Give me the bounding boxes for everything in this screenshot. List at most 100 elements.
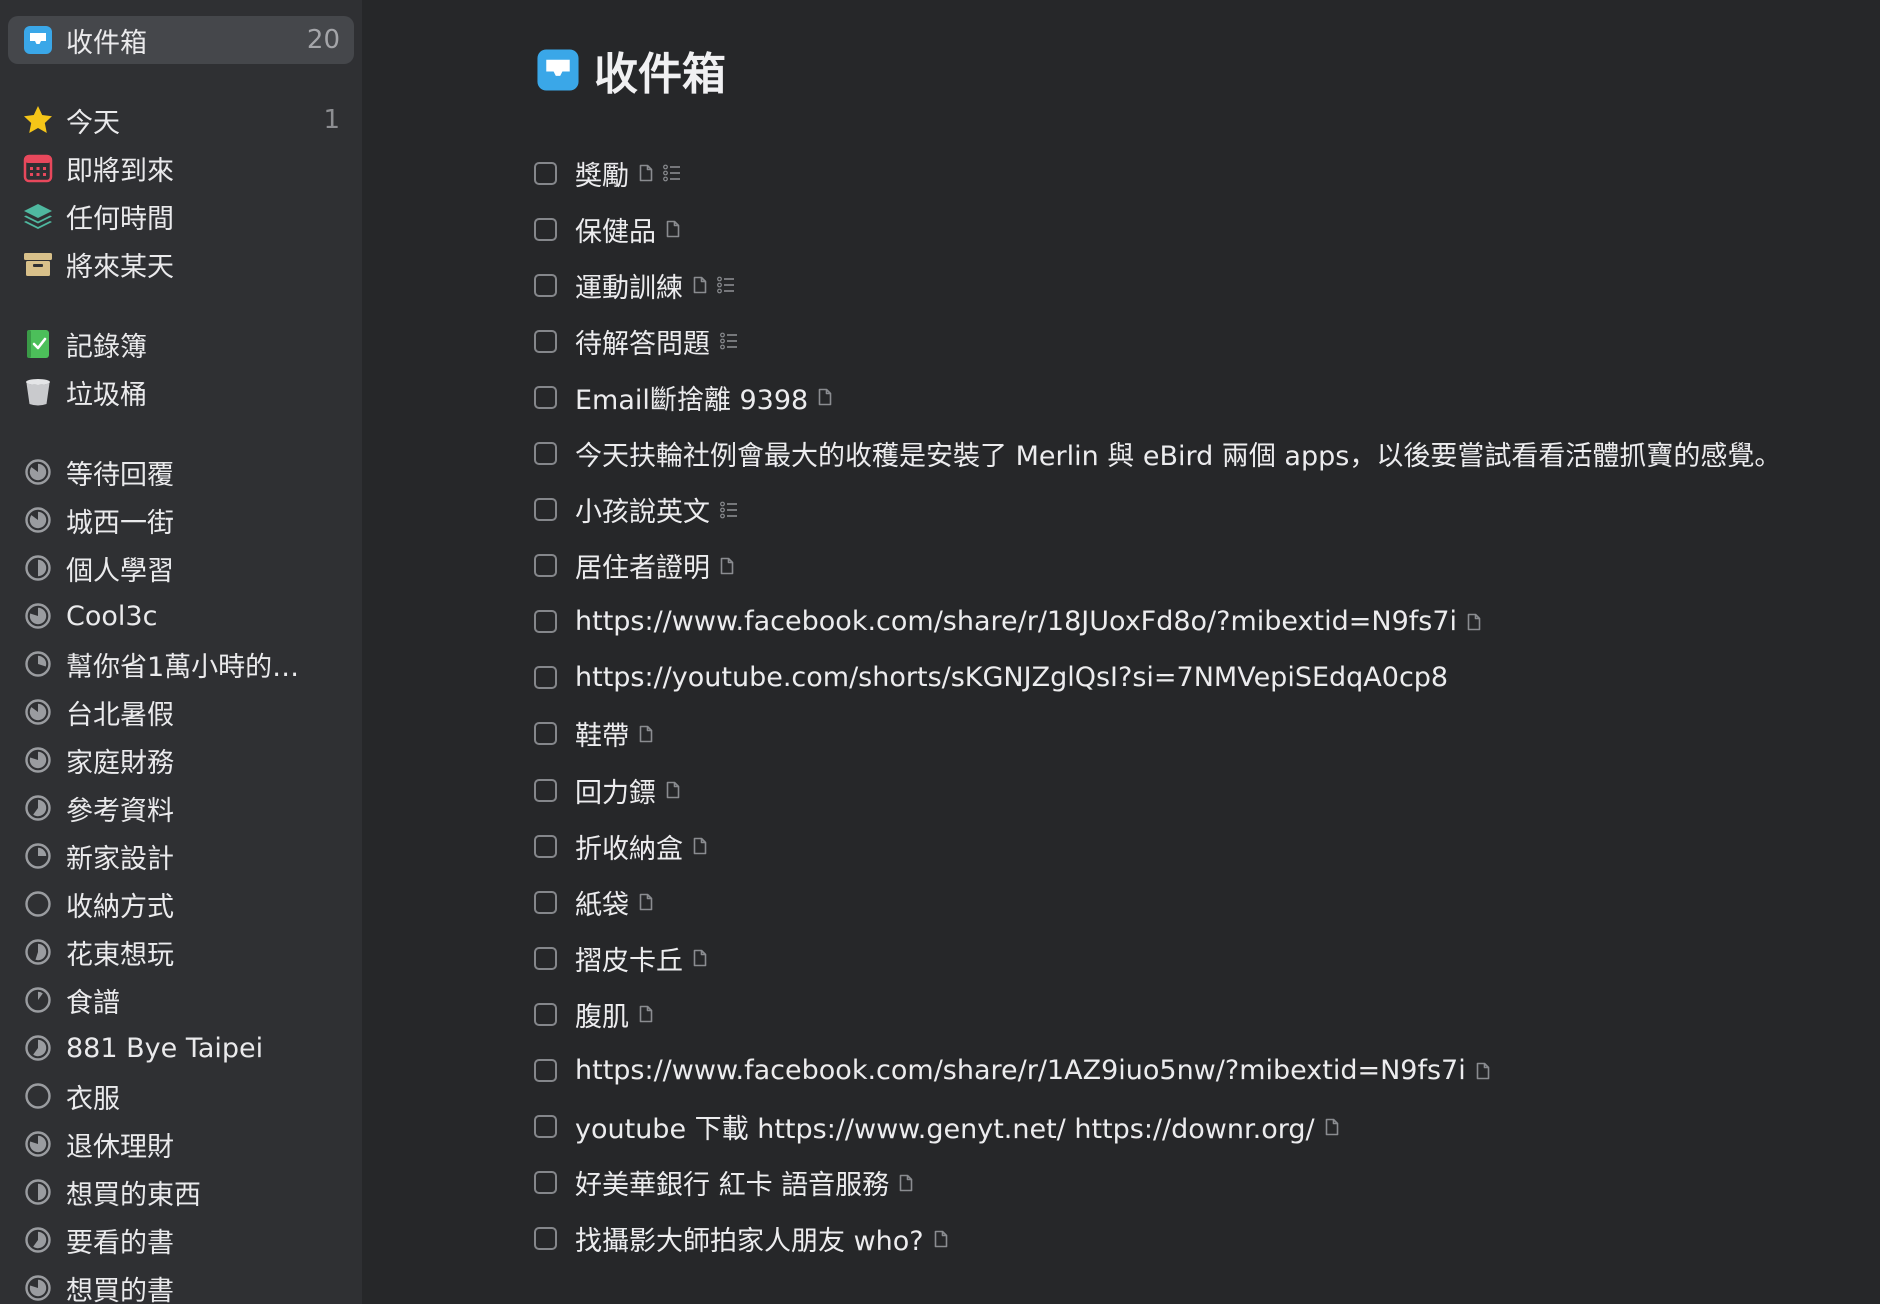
sidebar-project-label: 幫你省1萬小時的… bbox=[66, 651, 300, 683]
sidebar-item-trash[interactable]: 垃圾桶 bbox=[8, 368, 354, 416]
task-checkbox[interactable] bbox=[534, 554, 557, 578]
task-row[interactable]: https://youtube.com/shorts/sKGNJZglQsI?s… bbox=[534, 650, 1781, 706]
task-checkbox[interactable] bbox=[534, 385, 557, 409]
task-checkbox[interactable] bbox=[534, 329, 557, 353]
calendar-icon bbox=[22, 152, 54, 184]
task-row[interactable]: 待解答問題 bbox=[534, 313, 1781, 369]
sidebar-project-item[interactable]: 城西一街 bbox=[8, 496, 354, 544]
project-progress-icon bbox=[22, 984, 54, 1016]
task-checkbox[interactable] bbox=[534, 498, 557, 522]
sidebar-project-item[interactable]: Cool3c bbox=[8, 592, 354, 640]
task-checkbox[interactable] bbox=[534, 834, 557, 858]
sidebar-item-inbox[interactable]: 收件箱 20 bbox=[8, 16, 354, 64]
sidebar-item-count: 20 bbox=[306, 25, 340, 55]
sidebar-item-upcoming[interactable]: 即將到來 bbox=[8, 144, 354, 192]
task-row[interactable]: 腹肌 bbox=[534, 986, 1781, 1042]
page-header: 收件箱 bbox=[536, 38, 726, 102]
task-checkbox[interactable] bbox=[534, 1227, 557, 1251]
task-row[interactable]: 獎勵 bbox=[534, 145, 1781, 201]
project-progress-icon bbox=[22, 456, 54, 488]
task-title: 保健品 bbox=[575, 216, 656, 248]
sidebar-project-item[interactable]: 幫你省1萬小時的… bbox=[8, 640, 354, 688]
task-checkbox[interactable] bbox=[534, 273, 557, 297]
sidebar-project-label: 參考資料 bbox=[66, 795, 174, 827]
sidebar-item-logbook[interactable]: 記錄簿 bbox=[8, 320, 354, 368]
task-row[interactable]: 鞋帶 bbox=[534, 706, 1781, 762]
project-progress-icon bbox=[22, 840, 54, 872]
task-checkbox[interactable] bbox=[534, 722, 557, 746]
task-title: 折收納盒 bbox=[575, 833, 683, 865]
sidebar-project-label: 食譜 bbox=[66, 987, 120, 1019]
sidebar-project-item[interactable]: 想買的東西 bbox=[8, 1168, 354, 1216]
task-title: 好美華銀行 紅卡 語音服務 bbox=[575, 1170, 890, 1202]
task-checkbox[interactable] bbox=[534, 1115, 557, 1139]
task-row[interactable]: 小孩說英文 bbox=[534, 482, 1781, 538]
task-checkbox[interactable] bbox=[534, 442, 557, 466]
sidebar-project-label: 台北暑假 bbox=[66, 699, 174, 731]
sidebar-project-item[interactable]: 收納方式 bbox=[8, 880, 354, 928]
sidebar-project-item[interactable]: 等待回覆 bbox=[8, 448, 354, 496]
app-window: 收件箱 20 今天 1 即將到來 任何時間 將來某天 記錄簿 垃圾桶 等待回覆 … bbox=[0, 0, 1880, 1304]
project-progress-icon bbox=[22, 504, 54, 536]
task-row[interactable]: https://www.facebook.com/share/r/18JUoxF… bbox=[534, 594, 1781, 650]
task-checkbox[interactable] bbox=[534, 666, 557, 690]
project-progress-icon bbox=[22, 1272, 54, 1304]
task-title: https://www.facebook.com/share/r/18JUoxF… bbox=[575, 606, 1458, 638]
task-row[interactable]: 紙袋 bbox=[534, 874, 1781, 930]
sidebar-project-item[interactable]: 退休理財 bbox=[8, 1120, 354, 1168]
inbox-icon bbox=[22, 24, 54, 56]
sidebar-project-item[interactable]: 家庭財務 bbox=[8, 736, 354, 784]
sidebar-project-item[interactable]: 想買的書 bbox=[8, 1264, 354, 1304]
project-progress-icon bbox=[22, 792, 54, 824]
task-checkbox[interactable] bbox=[534, 890, 557, 914]
task-title: https://youtube.com/shorts/sKGNJZglQsI?s… bbox=[575, 662, 1449, 694]
task-row[interactable]: 折收納盒 bbox=[534, 818, 1781, 874]
task-checkbox[interactable] bbox=[534, 161, 557, 185]
sidebar-item-today[interactable]: 今天 1 bbox=[8, 96, 354, 144]
sidebar-project-label: 花東想玩 bbox=[66, 939, 174, 971]
task-row[interactable]: youtube 下載 https://www.genyt.net/ https:… bbox=[534, 1099, 1781, 1155]
task-checkbox[interactable] bbox=[534, 217, 557, 241]
task-checkbox[interactable] bbox=[534, 1002, 557, 1026]
sidebar-project-item[interactable]: 要看的書 bbox=[8, 1216, 354, 1264]
sidebar-project-item[interactable]: 881 Bye Taipei bbox=[8, 1024, 354, 1072]
task-row[interactable]: 今天扶輪社例會最大的收穫是安裝了 Merlin 與 eBird 兩個 apps，… bbox=[534, 425, 1781, 481]
task-row[interactable]: 運動訓練 bbox=[534, 257, 1781, 313]
sidebar-project-item[interactable]: 花東想玩 bbox=[8, 928, 354, 976]
sidebar-item-label: 任何時間 bbox=[66, 203, 174, 235]
task-row[interactable]: 好美華銀行 紅卡 語音服務 bbox=[534, 1155, 1781, 1211]
task-title: 腹肌 bbox=[575, 1001, 629, 1033]
sidebar-project-item[interactable]: 個人學習 bbox=[8, 544, 354, 592]
sidebar-project-label: 衣服 bbox=[66, 1083, 120, 1115]
note-icon bbox=[1476, 1062, 1490, 1080]
task-row[interactable]: 保健品 bbox=[534, 201, 1781, 257]
task-checkbox[interactable] bbox=[534, 1171, 557, 1195]
sidebar-item-anytime[interactable]: 任何時間 bbox=[8, 192, 354, 240]
note-icon bbox=[693, 949, 707, 967]
task-checkbox[interactable] bbox=[534, 610, 557, 634]
sidebar-item-label: 記錄簿 bbox=[66, 331, 147, 363]
task-checkbox[interactable] bbox=[534, 946, 557, 970]
project-progress-icon bbox=[22, 1032, 54, 1064]
task-title: 獎勵 bbox=[575, 160, 629, 192]
task-row[interactable]: 回力鏢 bbox=[534, 762, 1781, 818]
task-title: https://www.facebook.com/share/r/1AZ9iuo… bbox=[575, 1055, 1466, 1087]
task-checkbox[interactable] bbox=[534, 1059, 557, 1083]
project-progress-icon bbox=[22, 696, 54, 728]
task-row[interactable]: 居住者證明 bbox=[534, 538, 1781, 594]
sidebar-item-someday[interactable]: 將來某天 bbox=[8, 240, 354, 288]
task-title: 運動訓練 bbox=[575, 272, 683, 304]
sidebar-project-item[interactable]: 衣服 bbox=[8, 1072, 354, 1120]
task-checkbox[interactable] bbox=[534, 778, 557, 802]
task-title: youtube 下載 https://www.genyt.net/ https:… bbox=[575, 1114, 1315, 1146]
task-row[interactable]: Email斷捨離 9398 bbox=[534, 369, 1781, 425]
task-row[interactable]: 摺皮卡丘 bbox=[534, 930, 1781, 986]
sidebar-project-item[interactable]: 新家設計 bbox=[8, 832, 354, 880]
task-row[interactable]: https://www.facebook.com/share/r/1AZ9iuo… bbox=[534, 1043, 1781, 1099]
task-row[interactable]: 找攝影大師拍家人朋友 who? bbox=[534, 1211, 1781, 1267]
note-icon bbox=[639, 893, 653, 911]
sidebar-project-item[interactable]: 食譜 bbox=[8, 976, 354, 1024]
sidebar-project-item[interactable]: 台北暑假 bbox=[8, 688, 354, 736]
sidebar-project-item[interactable]: 參考資料 bbox=[8, 784, 354, 832]
